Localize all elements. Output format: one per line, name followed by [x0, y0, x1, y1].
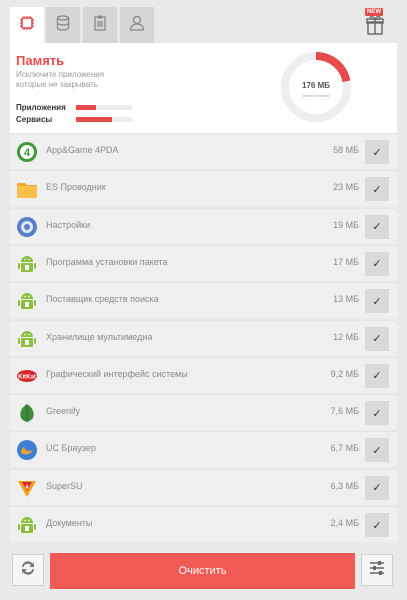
app-size: 17 МБ	[333, 256, 359, 267]
app-checkbox[interactable]: ✓	[365, 363, 389, 388]
app-checkbox[interactable]: ✓	[365, 214, 389, 239]
checkmark-icon: ✓	[372, 407, 382, 420]
app-name: Графический интерфейс системы	[46, 368, 188, 379]
app-row[interactable]: Настройки 19 МБ ✓	[10, 207, 397, 244]
app-row[interactable]: KitKat Графический интерфейс системы 9,2 М…	[10, 356, 397, 393]
folder-icon	[16, 178, 38, 200]
app-row[interactable]: Хранилище мультимедиа 12 МБ ✓	[10, 319, 397, 356]
app-name: UC Браузер	[46, 443, 96, 454]
app-row[interactable]: Greenify 7,6 МБ ✓	[10, 394, 397, 431]
app-size: 9,2 МБ	[330, 368, 359, 379]
app-checkbox[interactable]: ✓	[365, 401, 389, 426]
app-name: Документы	[46, 518, 93, 528]
app-name: SuperSU	[46, 480, 83, 491]
app-size: 58 МБ	[333, 145, 359, 155]
memory-card: Память Исключите приложения которые не з…	[10, 43, 397, 133]
tab-clipboard[interactable]	[83, 7, 117, 43]
app-size: 19 МБ	[333, 219, 359, 230]
app-size: 6,3 МБ	[330, 480, 359, 491]
chip-icon	[18, 14, 36, 37]
app-checkbox[interactable]: ✓	[365, 438, 389, 463]
app-list: 4 App&Game 4PDA 58 МБ ✓ ES Проводник 23 МБ ✓ На…	[10, 133, 397, 545]
checkmark-icon: ✓	[372, 519, 382, 532]
clipboard-icon	[91, 14, 109, 37]
app-row[interactable]: Документы 2,4 МБ ✓	[10, 506, 397, 542]
uc-browser-icon	[16, 439, 38, 461]
memory-title: Память	[16, 53, 65, 68]
settings-button[interactable]	[361, 554, 393, 586]
checkmark-icon: ✓	[372, 370, 382, 383]
legend-services-bar	[76, 117, 132, 122]
app-name: Настройки	[46, 219, 91, 230]
checkmark-icon: ✓	[372, 482, 382, 495]
app-row[interactable]: ES Проводник 23 МБ ✓	[10, 170, 397, 207]
app-size: 7,6 МБ	[330, 406, 359, 417]
app-row[interactable]: 4 App&Game 4PDA 58 МБ ✓	[10, 133, 397, 169]
kitkat-icon: KitKat	[16, 365, 38, 387]
tab-storage[interactable]	[46, 7, 80, 43]
gift-icon	[365, 16, 385, 40]
app-name: App&Game 4PDA	[46, 145, 119, 155]
clean-button[interactable]: Очистить	[50, 553, 355, 589]
checkmark-icon: ✓	[372, 258, 382, 271]
settings-gear-icon	[16, 216, 38, 238]
app-size: 2,4 МБ	[330, 518, 359, 528]
supersu-icon: #	[16, 477, 38, 499]
app-size: 6,7 МБ	[330, 443, 359, 454]
svg-text:KitKat: KitKat	[18, 374, 36, 380]
donut-value: 176 МБ	[302, 81, 330, 90]
checkmark-icon: ✓	[372, 183, 382, 196]
memory-subtitle: Исключите приложения которые не закрыват…	[16, 70, 105, 89]
sliders-icon	[367, 558, 387, 583]
leaf-icon	[16, 402, 38, 424]
android-icon	[16, 328, 38, 350]
app-size: 13 МБ	[333, 294, 359, 305]
android-icon	[16, 514, 38, 536]
donut-label: занято памяти	[302, 93, 330, 98]
tab-cpu[interactable]	[10, 7, 44, 44]
android-icon	[16, 290, 38, 312]
app-name: Хранилище мультимедиа	[46, 331, 153, 342]
app-checkbox[interactable]: ✓	[365, 251, 389, 276]
tab-profile[interactable]	[120, 7, 154, 43]
legend-services-label: Сервисы	[16, 115, 53, 124]
refresh-icon	[18, 558, 38, 583]
app-name: Поставщик средств поиска	[46, 294, 159, 305]
refresh-button[interactable]	[12, 554, 44, 586]
app-size: 23 МБ	[333, 182, 359, 193]
checkmark-icon: ✓	[372, 333, 382, 345]
checkmark-icon: ✓	[372, 221, 382, 234]
legend-apps-label: Приложения	[16, 103, 66, 112]
app-row[interactable]: Программа установки пакета 17 МБ ✓	[10, 244, 397, 281]
app-size: 12 МБ	[333, 331, 359, 342]
app-row[interactable]: UC Браузер 6,7 МБ ✓	[10, 431, 397, 468]
user-icon	[128, 14, 146, 37]
legend-apps-bar	[76, 105, 132, 110]
app-checkbox[interactable]: ✓	[365, 177, 389, 202]
app-checkbox[interactable]: ✓	[365, 289, 389, 314]
android-icon	[16, 253, 38, 275]
checkmark-icon: ✓	[372, 295, 382, 308]
bottom-bar: Очистить	[0, 546, 407, 600]
new-badge: NEW	[365, 8, 383, 16]
checkmark-icon: ✓	[372, 146, 382, 159]
app-checkbox[interactable]: ✓	[365, 513, 389, 537]
app-checkbox[interactable]: ✓	[365, 326, 389, 351]
database-icon	[54, 14, 72, 37]
app-name: Программа установки пакета	[46, 256, 168, 267]
top-tab-bar: NEW	[0, 0, 407, 44]
svg-text:4: 4	[24, 147, 31, 159]
app-checkbox[interactable]: ✓	[365, 140, 389, 164]
4pda-icon: 4	[16, 141, 38, 163]
app-row[interactable]: Поставщик средств поиска 13 МБ ✓	[10, 282, 397, 319]
app-row[interactable]: # SuperSU 6,3 МБ ✓	[10, 468, 397, 505]
legend-services: Сервисы	[16, 115, 132, 124]
gift-button[interactable]: NEW	[365, 8, 385, 36]
app-name: Greenify	[46, 406, 81, 417]
checkmark-icon: ✓	[372, 444, 382, 457]
app-checkbox[interactable]: ✓	[365, 475, 389, 500]
legend-apps: Приложения	[16, 103, 132, 112]
app-name: ES Проводник	[46, 182, 106, 193]
